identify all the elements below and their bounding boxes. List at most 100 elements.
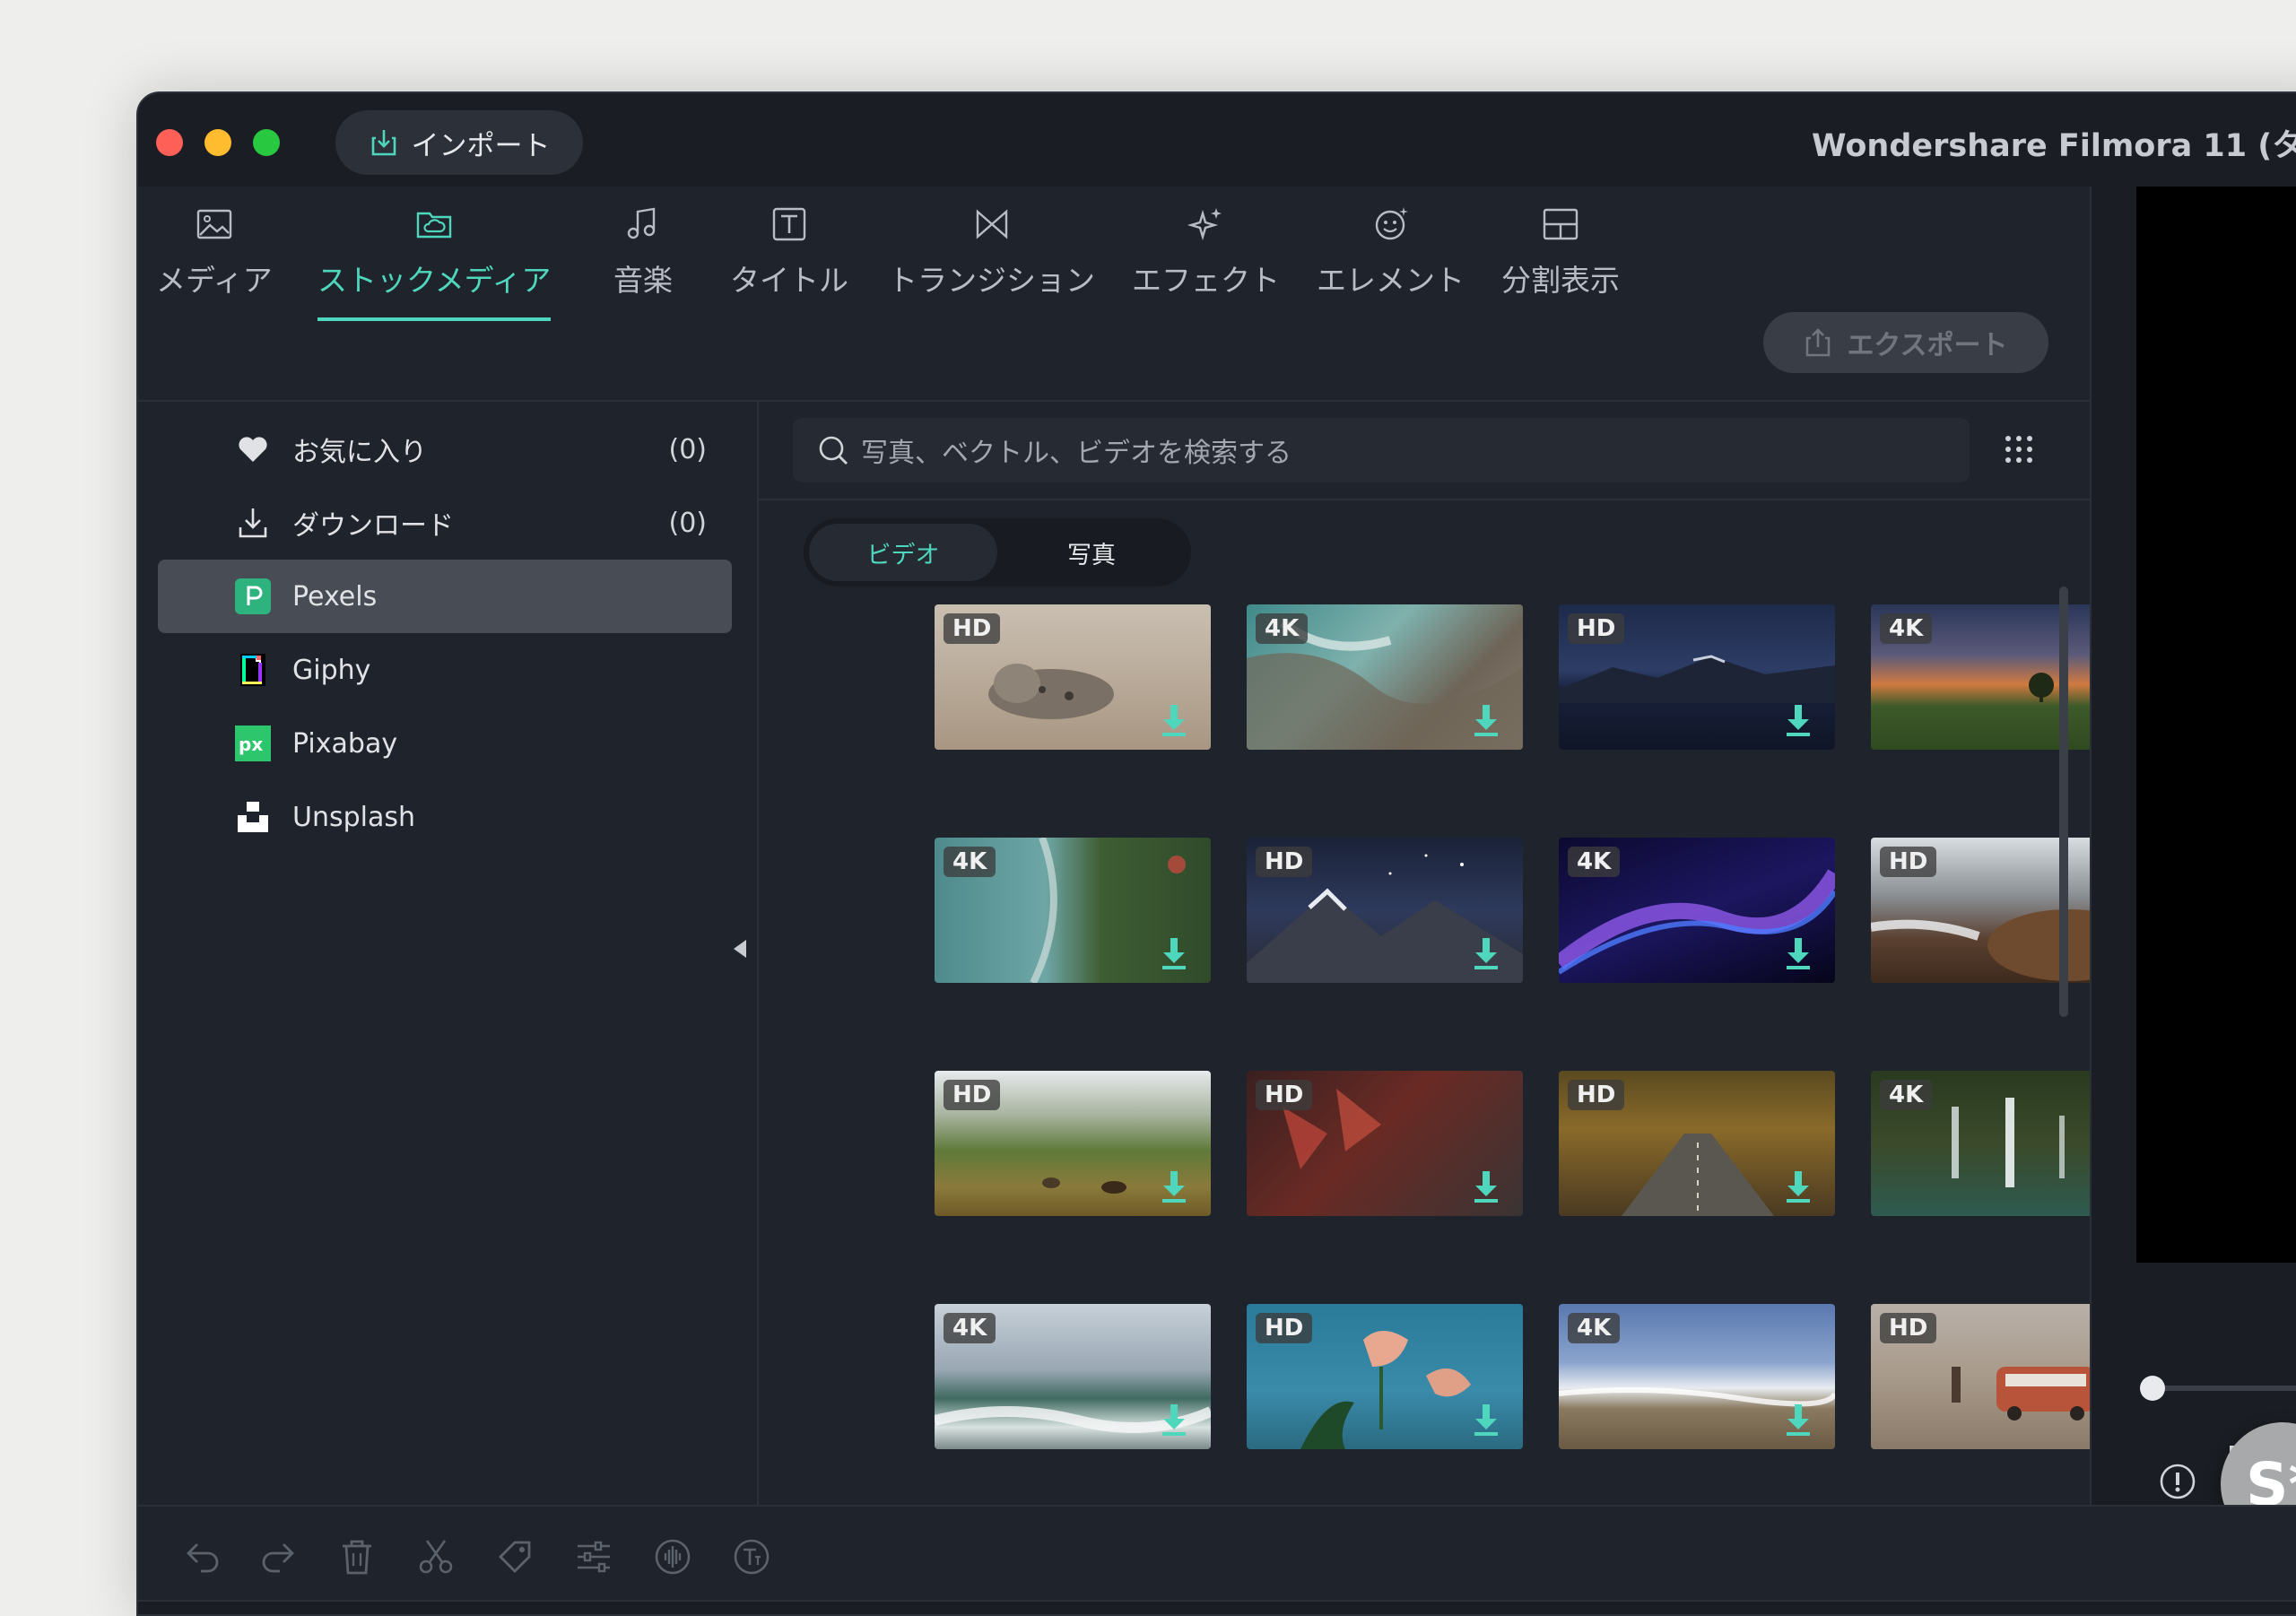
tab-label: 音楽: [613, 263, 673, 298]
title-bar: インポート Wondershare Filmora 11 (タイト: [138, 93, 2296, 187]
tab-split-screen[interactable]: 分割表示: [1501, 204, 1620, 312]
quality-badge: 4K: [1256, 613, 1309, 644]
tab-effect[interactable]: エフェクト: [1132, 204, 1280, 312]
export-button[interactable]: エクスポート: [1763, 312, 2048, 373]
download-arrow-icon[interactable]: [1161, 1403, 1187, 1437]
sidebar-item-pexels[interactable]: Pexels: [158, 560, 732, 633]
audio-icon[interactable]: [653, 1537, 692, 1577]
media-thumbnail[interactable]: 4K: [1559, 1304, 1835, 1449]
giphy-logo-icon: [235, 652, 271, 688]
tag-icon[interactable]: [495, 1537, 535, 1577]
photo-toggle-button[interactable]: 写真: [997, 524, 1186, 581]
playback-scrubber-handle[interactable]: [2140, 1376, 2165, 1401]
tab-label: トランジション: [888, 263, 1095, 298]
music-note-icon: [627, 207, 656, 239]
image-icon: [196, 209, 232, 239]
download-arrow-icon[interactable]: [1161, 1169, 1187, 1203]
media-thumbnail[interactable]: 4K: [1559, 838, 1835, 983]
grid-view-icon[interactable]: [2004, 434, 2034, 465]
collapse-sidebar-arrow[interactable]: [734, 940, 746, 958]
tab-label: ストックメディア: [317, 263, 552, 298]
video-toggle-button[interactable]: ビデオ: [809, 524, 997, 581]
quality-badge: HD: [1880, 1313, 1937, 1343]
tab-title[interactable]: タイトル: [730, 204, 848, 312]
trash-icon[interactable]: [337, 1537, 377, 1577]
sidebar-item-count: (0): [668, 433, 708, 465]
tab-label: 分割表示: [1501, 263, 1620, 298]
tab-label: メディア: [156, 263, 273, 298]
download-arrow-icon[interactable]: [1473, 703, 1500, 737]
app-title: Wondershare Filmora 11 (タイト: [1812, 128, 2296, 164]
playback-scrubber-track[interactable]: [2149, 1386, 2296, 1391]
tab-label: エレメント: [1317, 263, 1465, 298]
preview-viewer: [2136, 187, 2296, 1263]
search-input[interactable]: 写真、ベクトル、ビデオを検索する: [793, 418, 1970, 482]
tab-label: エフェクト: [1132, 263, 1280, 298]
media-grid-scrollbar[interactable]: [2059, 586, 2068, 1017]
media-thumbnail[interactable]: HD: [1247, 1304, 1523, 1449]
adjust-icon[interactable]: [574, 1537, 613, 1577]
download-arrow-icon[interactable]: [1785, 1403, 1812, 1437]
sidebar-item-giphy[interactable]: Giphy: [158, 633, 732, 707]
quality-badge: HD: [1256, 1080, 1313, 1110]
search-icon: [819, 436, 848, 465]
tab-stock-media[interactable]: ストックメディア: [317, 204, 552, 321]
undo-icon[interactable]: [183, 1537, 222, 1577]
sidebar-item-downloads[interactable]: ダウンロード (0): [158, 486, 732, 560]
sidebar-item-count: (0): [668, 507, 708, 539]
media-thumbnail[interactable]: 4K: [1247, 604, 1523, 750]
tab-music[interactable]: 音楽: [613, 204, 673, 312]
tab-label: タイトル: [730, 263, 848, 298]
download-arrow-icon[interactable]: [1161, 703, 1187, 737]
quality-badge: HD: [1880, 847, 1937, 877]
download-arrow-icon[interactable]: [1785, 703, 1812, 737]
media-thumbnail[interactable]: HD: [1559, 604, 1835, 750]
quality-badge: 4K: [944, 1313, 996, 1343]
export-label: エクスポート: [1847, 330, 2008, 361]
media-thumbnail[interactable]: 4K: [935, 1304, 1211, 1449]
scissors-icon[interactable]: [416, 1537, 456, 1577]
sidebar-item-unsplash[interactable]: Unsplash: [158, 780, 732, 854]
heart-icon: [235, 431, 271, 467]
maximize-window-button[interactable]: [253, 129, 280, 156]
quality-badge: 4K: [1880, 1080, 1933, 1110]
search-divider: [759, 499, 2090, 500]
minimize-window-button[interactable]: [204, 129, 231, 156]
download-arrow-icon[interactable]: [1473, 1169, 1500, 1203]
import-button[interactable]: インポート: [335, 110, 583, 175]
info-icon[interactable]: [2158, 1462, 2197, 1501]
import-label: インポート: [411, 129, 551, 162]
download-arrow-icon[interactable]: [1473, 936, 1500, 970]
tab-transition[interactable]: トランジション: [888, 204, 1095, 312]
quality-badge: HD: [944, 613, 1001, 644]
tab-element[interactable]: エレメント: [1317, 204, 1465, 312]
download-arrow-icon[interactable]: [1785, 936, 1812, 970]
sidebar-item-pixabay[interactable]: px Pixabay: [158, 707, 732, 780]
tab-media[interactable]: メディア: [156, 204, 273, 312]
quality-badge: HD: [1256, 1313, 1313, 1343]
text-icon[interactable]: [732, 1537, 771, 1577]
media-thumbnail[interactable]: HD: [1559, 1071, 1835, 1216]
sidebar-item-label: Giphy: [292, 654, 371, 686]
transition-icon: [976, 209, 1007, 239]
download-arrow-icon[interactable]: [1161, 936, 1187, 970]
media-thumbnail[interactable]: 4K: [935, 838, 1211, 983]
download-arrow-icon[interactable]: [1785, 1169, 1812, 1203]
sidebar-item-favorites[interactable]: お気に入り (0): [158, 413, 732, 486]
split-screen-icon: [1543, 208, 1578, 240]
close-window-button[interactable]: [156, 129, 183, 156]
sidebar-item-label: ダウンロード: [292, 510, 454, 542]
quality-badge: 4K: [1568, 847, 1621, 877]
stock-source-sidebar: お気に入り (0) ダウンロード (0) Pexels Giphy px Pix…: [138, 402, 757, 1505]
sparkle-icon: [1187, 208, 1222, 241]
download-icon: [235, 505, 271, 541]
media-thumbnail[interactable]: HD: [1247, 838, 1523, 983]
quality-badge: HD: [944, 1080, 1001, 1110]
redo-icon[interactable]: [258, 1537, 298, 1577]
media-thumbnail[interactable]: HD: [935, 1071, 1211, 1216]
timeline-toolbar: [138, 1505, 2296, 1609]
media-thumbnail[interactable]: HD: [935, 604, 1211, 750]
download-arrow-icon[interactable]: [1473, 1403, 1500, 1437]
quality-badge: 4K: [1568, 1313, 1621, 1343]
media-thumbnail[interactable]: HD: [1247, 1071, 1523, 1216]
